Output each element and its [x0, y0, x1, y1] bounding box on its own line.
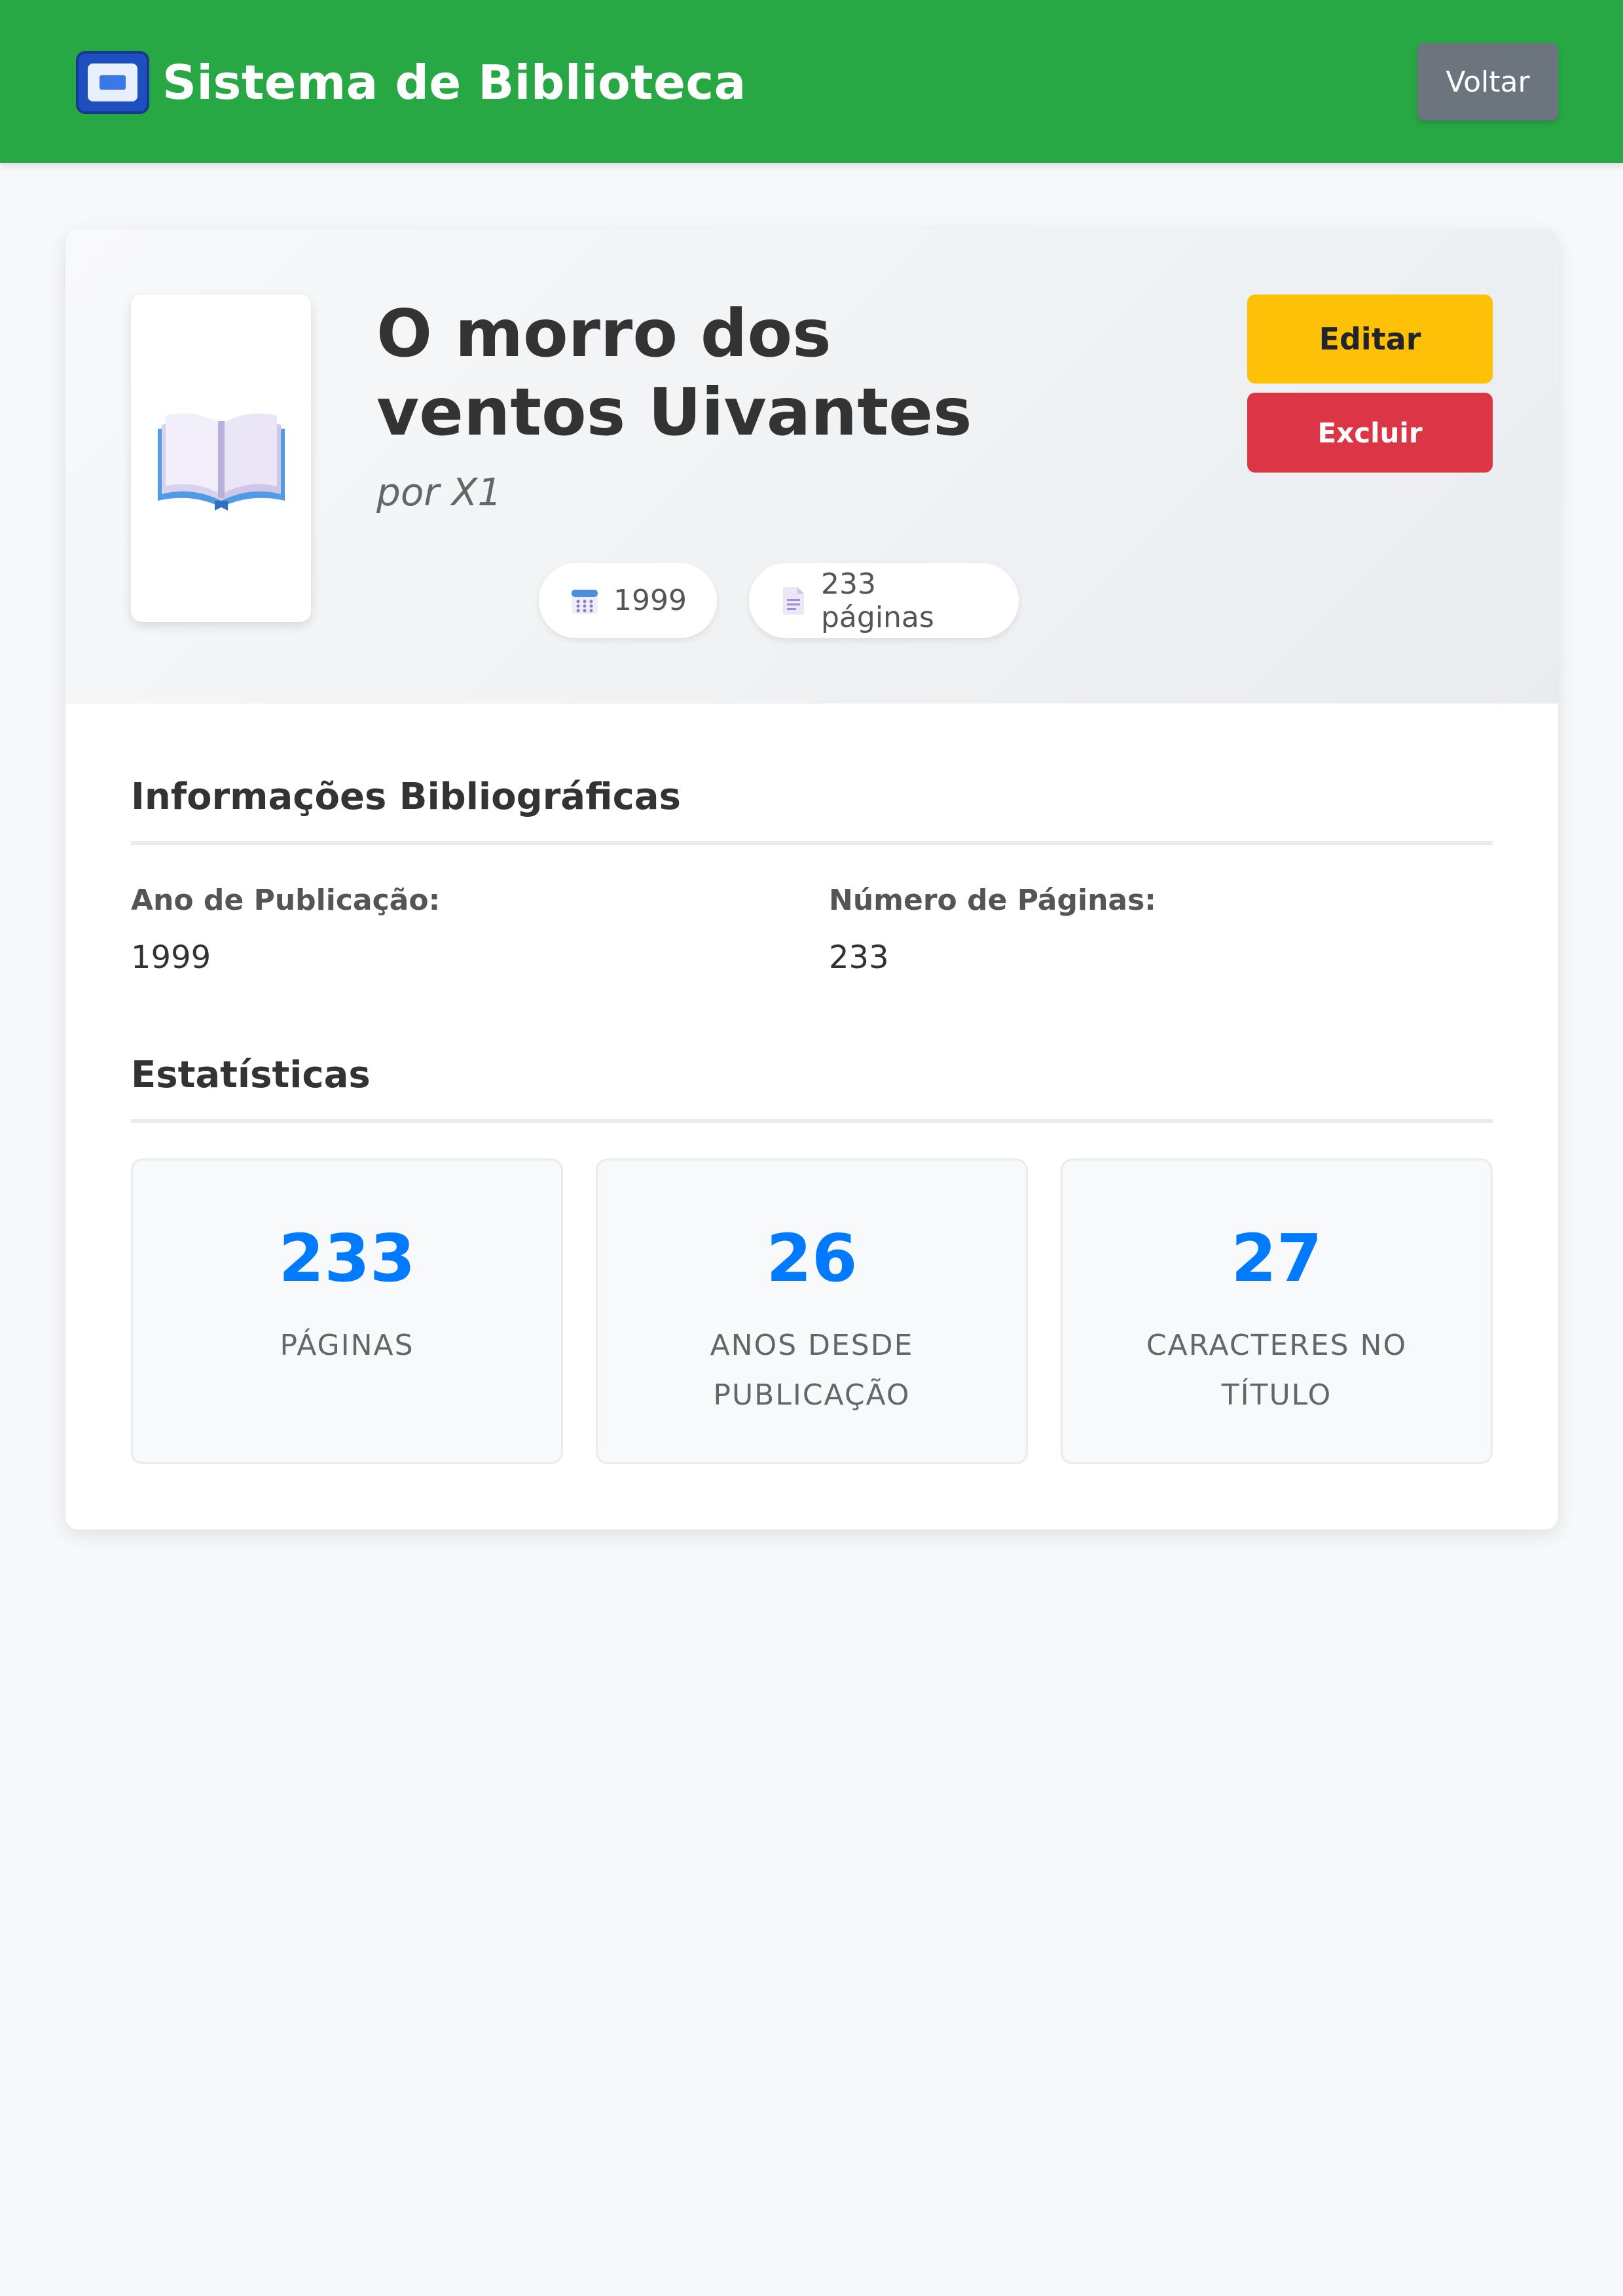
book-author: por X1	[376, 470, 502, 514]
stat-value: 27	[1231, 1220, 1322, 1297]
book-title: O morro dos ventos Uivantes	[376, 295, 972, 450]
brand[interactable]: Sistema de Biblioteca	[76, 50, 746, 115]
stat-label: Páginas	[280, 1329, 414, 1362]
top-navbar: Sistema de Biblioteca Voltar	[0, 0, 1623, 163]
computer-window-icon	[76, 51, 149, 114]
pages-pill: 233 páginas	[749, 563, 1019, 638]
year-pill: 1999	[539, 563, 717, 638]
calendar-icon	[572, 589, 598, 614]
publication-year-label: Ano de Publicação:	[131, 884, 441, 917]
stat-value: 233	[278, 1220, 416, 1297]
book-cover	[131, 295, 311, 622]
delete-button[interactable]: Excluir	[1247, 393, 1493, 473]
bibliographic-info-title: Informações Bibliográficas	[131, 776, 681, 818]
stat-label: Anos desde publicação	[710, 1329, 914, 1412]
stat-card-title-characters: 27 Caracteres no título	[1061, 1158, 1493, 1464]
back-button[interactable]: Voltar	[1417, 43, 1558, 120]
brand-title: Sistema de Biblioteca	[162, 55, 746, 110]
stat-card-years-since-publication: 26 Anos desde publicação	[596, 1158, 1028, 1464]
open-book-icon	[157, 413, 285, 511]
pages-pill-text: 233 páginas	[821, 567, 934, 634]
year-pill-text: 1999	[613, 584, 687, 617]
page-count-value: 233	[829, 939, 889, 976]
section-divider	[131, 841, 1493, 845]
page-icon	[783, 586, 804, 615]
book-header: O morro dos ventos Uivantes por X1 1999	[65, 229, 1558, 704]
stat-card-pages: 233 Páginas	[131, 1158, 563, 1464]
section-divider	[131, 1119, 1493, 1123]
statistics-title: Estatísticas	[131, 1054, 371, 1096]
edit-button[interactable]: Editar	[1247, 295, 1493, 384]
book-detail-card: O morro dos ventos Uivantes por X1 1999	[65, 229, 1558, 1530]
page-count-label: Número de Páginas:	[829, 884, 1156, 917]
stat-value: 26	[766, 1220, 858, 1297]
publication-year-value: 1999	[131, 939, 211, 976]
stat-label: Caracteres no título	[1146, 1329, 1408, 1412]
